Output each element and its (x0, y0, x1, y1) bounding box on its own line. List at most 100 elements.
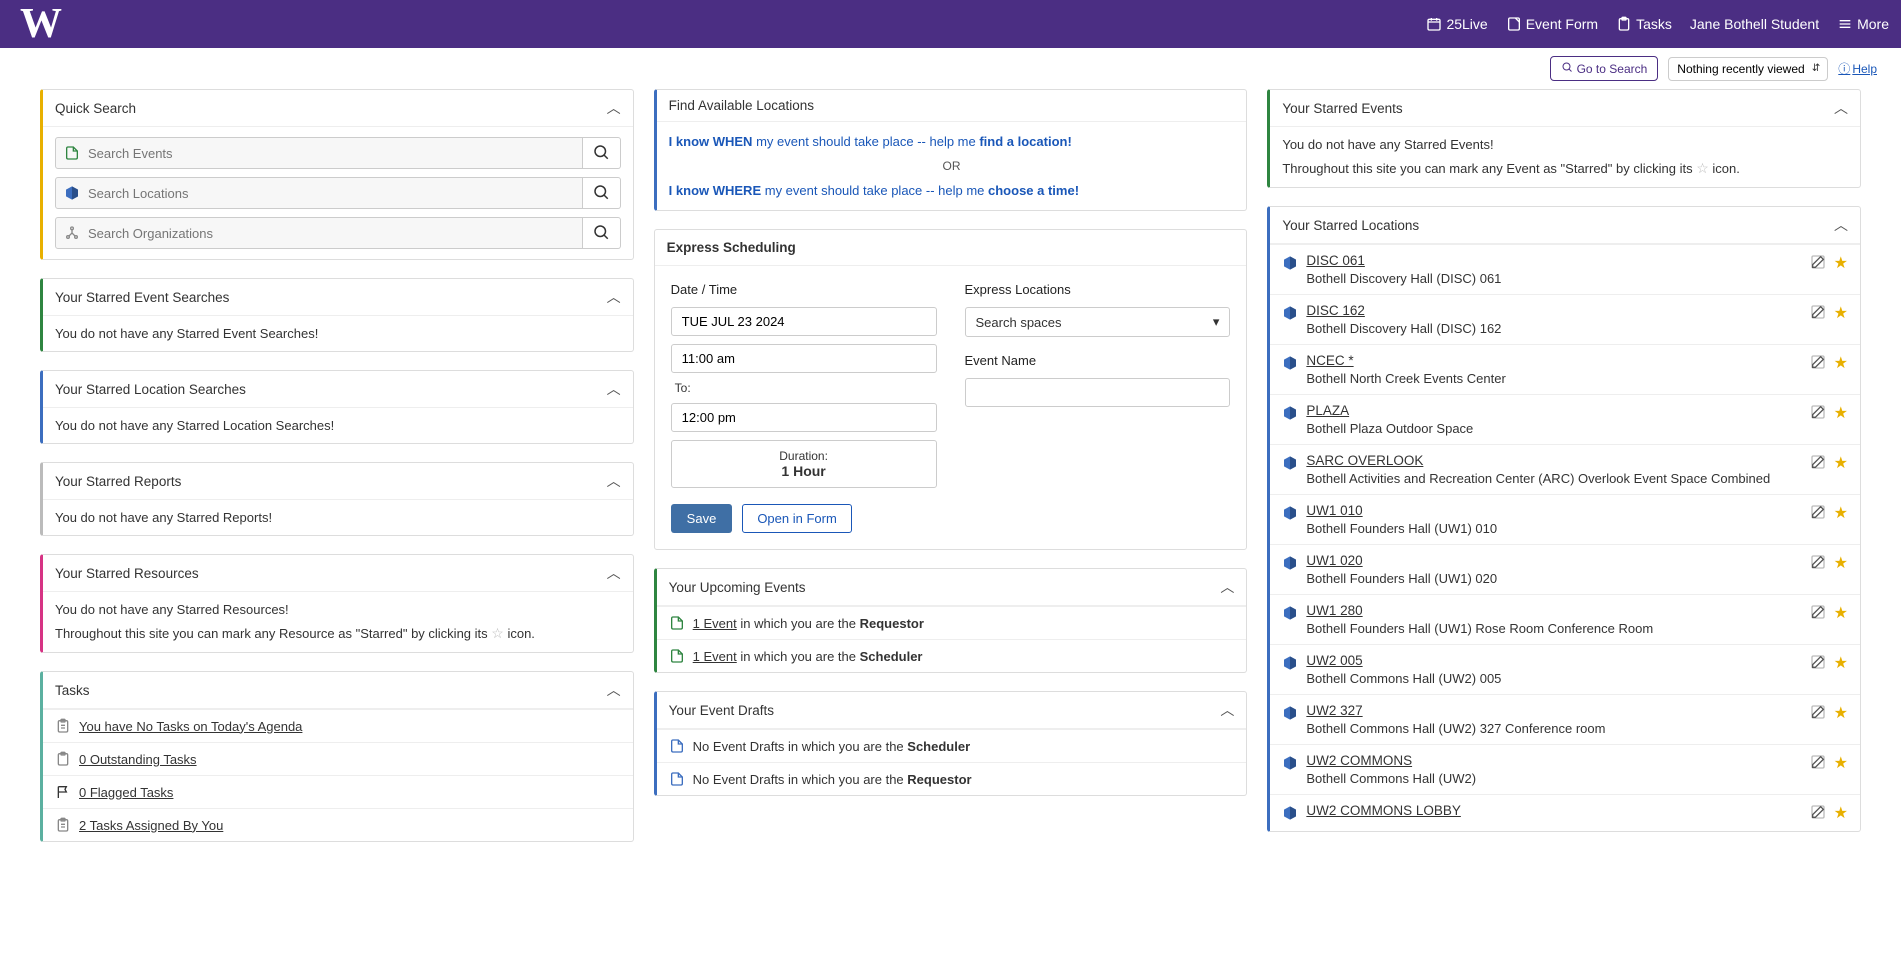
open-in-form-button[interactable]: Open in Form (742, 504, 851, 533)
hint-pre: Throughout this site you can mark any Re… (55, 626, 491, 641)
uw-logo[interactable]: W (12, 0, 66, 48)
location-icon (1282, 605, 1298, 621)
draft-icon (669, 738, 685, 754)
nav-25live[interactable]: 25Live (1426, 16, 1487, 32)
scheduler-count-link[interactable]: 1 Event (693, 649, 737, 664)
search-locations-input[interactable] (88, 186, 574, 201)
start-time-input[interactable] (671, 344, 937, 373)
star-toggle[interactable]: ★ (1834, 303, 1848, 323)
location-description: Bothell Discovery Hall (DISC) 162 (1306, 321, 1801, 336)
star-toggle[interactable]: ★ (1834, 603, 1848, 623)
calendar-icon (1426, 16, 1442, 32)
search-icon (1561, 61, 1573, 76)
location-name-link[interactable]: UW2 COMMONS LOBBY (1306, 803, 1461, 818)
panel-title: Your Starred Location Searches (55, 382, 246, 397)
location-name-link[interactable]: UW1 010 (1306, 503, 1362, 518)
empty-message: You do not have any Starred Reports! (43, 500, 633, 535)
star-toggle[interactable]: ★ (1834, 553, 1848, 573)
know-when-link[interactable]: I know WHEN my event should take place -… (669, 134, 1072, 149)
edit-icon[interactable] (1810, 304, 1826, 323)
nav-user[interactable]: Jane Bothell Student (1690, 16, 1819, 32)
edit-icon[interactable] (1810, 704, 1826, 723)
tasks-outstanding-link[interactable]: 0 Outstanding Tasks (79, 752, 621, 767)
location-icon (1282, 255, 1298, 271)
location-row: UW2 005Bothell Commons Hall (UW2) 005★ (1270, 644, 1860, 694)
express-locations-select[interactable]: Search spaces ▾ (965, 307, 1231, 337)
collapse-button[interactable]: ︿ (607, 287, 621, 307)
tasks-flagged-link[interactable]: 0 Flagged Tasks (79, 785, 621, 800)
nav-event-form[interactable]: Event Form (1506, 16, 1598, 32)
collapse-button[interactable]: ︿ (607, 471, 621, 491)
date-input[interactable] (671, 307, 937, 336)
star-toggle[interactable]: ★ (1834, 353, 1848, 373)
goto-search-button[interactable]: Go to Search (1550, 56, 1659, 81)
help-link[interactable]: ⓘ Help (1838, 60, 1877, 77)
search-events-input[interactable] (88, 146, 574, 161)
location-name-link[interactable]: UW2 005 (1306, 653, 1362, 668)
location-name-link[interactable]: PLAZA (1306, 403, 1349, 418)
star-toggle[interactable]: ★ (1834, 253, 1848, 273)
search-organizations-button[interactable] (583, 217, 621, 249)
nav-more[interactable]: More (1837, 16, 1889, 32)
requestor-count-link[interactable]: 1 Event (693, 616, 737, 631)
location-name-link[interactable]: DISC 061 (1306, 253, 1365, 268)
collapse-button[interactable]: ︿ (607, 563, 621, 583)
location-name-link[interactable]: SARC OVERLOOK (1306, 453, 1423, 468)
collapse-button[interactable]: ︿ (1220, 577, 1234, 597)
end-time-input[interactable] (671, 403, 937, 432)
draft-requestor-role: Requestor (907, 772, 971, 787)
star-toggle[interactable]: ★ (1834, 403, 1848, 423)
collapse-button[interactable]: ︿ (1834, 215, 1848, 235)
edit-icon[interactable] (1810, 254, 1826, 273)
star-toggle[interactable]: ★ (1834, 653, 1848, 673)
location-name-link[interactable]: DISC 162 (1306, 303, 1365, 318)
star-toggle[interactable]: ★ (1834, 453, 1848, 473)
flag-icon (55, 784, 71, 800)
edit-icon[interactable] (1810, 604, 1826, 623)
nav-tasks[interactable]: Tasks (1616, 16, 1672, 32)
collapse-button[interactable]: ︿ (607, 680, 621, 700)
location-name-link[interactable]: NCEC * (1306, 353, 1353, 368)
edit-icon[interactable] (1810, 804, 1826, 823)
edit-icon[interactable] (1810, 404, 1826, 423)
tasks-assigned-link[interactable]: 2 Tasks Assigned By You (79, 818, 621, 833)
clipboard-icon (55, 718, 71, 734)
star-toggle[interactable]: ★ (1834, 503, 1848, 523)
star-icon: ☆ (1696, 160, 1709, 176)
help-label: Help (1852, 62, 1877, 76)
collapse-button[interactable]: ︿ (1220, 700, 1234, 720)
location-description: Bothell Commons Hall (UW2) 327 Conferenc… (1306, 721, 1801, 736)
star-toggle[interactable]: ★ (1834, 803, 1848, 823)
edit-icon[interactable] (1810, 754, 1826, 773)
form-icon (1506, 16, 1522, 32)
location-icon (1282, 555, 1298, 571)
or-divider: OR (669, 159, 1235, 173)
empty-message: You do not have any Starred Location Sea… (43, 408, 633, 443)
collapse-button[interactable]: ︿ (607, 379, 621, 399)
edit-icon[interactable] (1810, 504, 1826, 523)
know-where-link[interactable]: I know WHERE my event should take place … (669, 183, 1079, 198)
star-toggle[interactable]: ★ (1834, 753, 1848, 773)
edit-icon[interactable] (1810, 654, 1826, 673)
nav-event-form-label: Event Form (1526, 16, 1598, 32)
when-mid: my event should take place -- help me (752, 134, 979, 149)
edit-icon[interactable] (1810, 554, 1826, 573)
save-button[interactable]: Save (671, 504, 733, 533)
event-name-input[interactable] (965, 378, 1231, 407)
location-name-link[interactable]: UW2 327 (1306, 703, 1362, 718)
location-name-link[interactable]: UW1 280 (1306, 603, 1362, 618)
star-toggle[interactable]: ★ (1834, 703, 1848, 723)
location-name-link[interactable]: UW2 COMMONS (1306, 753, 1412, 768)
recent-viewed-select[interactable]: Nothing recently viewed (1668, 57, 1828, 81)
search-organizations-input[interactable] (88, 226, 574, 241)
search-events-button[interactable] (583, 137, 621, 169)
search-locations-button[interactable] (583, 177, 621, 209)
location-name-link[interactable]: UW1 020 (1306, 553, 1362, 568)
collapse-button[interactable]: ︿ (607, 98, 621, 118)
hint-post: icon. (1712, 161, 1739, 176)
edit-icon[interactable] (1810, 354, 1826, 373)
location-row: UW2 COMMONSBothell Commons Hall (UW2)★ (1270, 744, 1860, 794)
tasks-agenda-link[interactable]: You have No Tasks on Today's Agenda (79, 719, 621, 734)
collapse-button[interactable]: ︿ (1834, 98, 1848, 118)
edit-icon[interactable] (1810, 454, 1826, 473)
